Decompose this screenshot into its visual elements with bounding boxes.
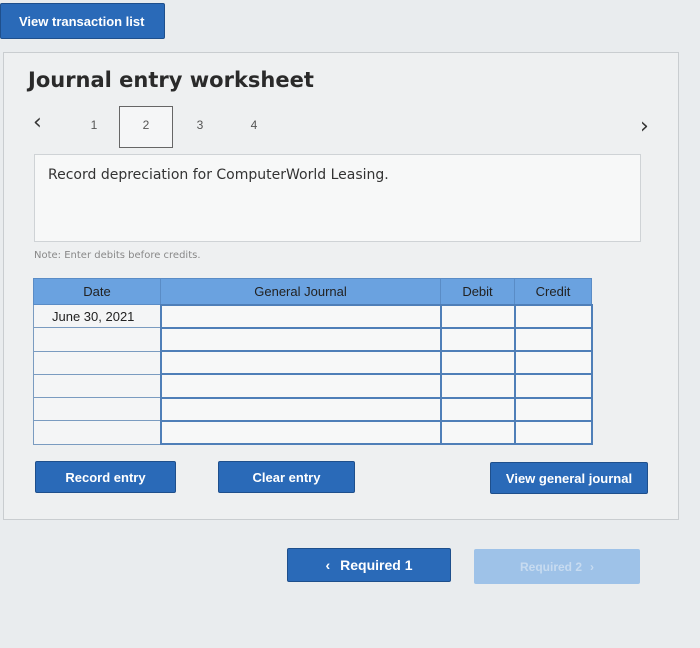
date-header: Date xyxy=(33,278,161,305)
worksheet-title: Journal entry worksheet xyxy=(28,68,314,92)
date-cell xyxy=(33,396,161,422)
debit-input[interactable] xyxy=(439,349,516,376)
record-entry-button[interactable]: Record entry xyxy=(35,461,176,493)
table-row xyxy=(33,349,593,376)
date-cell xyxy=(33,327,161,352)
account-input[interactable] xyxy=(159,419,442,446)
debit-input[interactable] xyxy=(439,326,516,353)
credit-input[interactable] xyxy=(513,373,593,399)
chevron-left-icon[interactable]: ‹ xyxy=(33,110,42,135)
date-cell xyxy=(33,350,161,375)
table-row: June 30, 2021 xyxy=(33,303,593,329)
date-cell xyxy=(33,420,161,445)
account-input[interactable] xyxy=(159,326,442,353)
credit-input[interactable] xyxy=(513,303,593,329)
note-text: Note: Enter debits before credits. xyxy=(34,250,201,261)
step-1[interactable]: 1 xyxy=(84,118,104,132)
step-3[interactable]: 3 xyxy=(190,118,210,132)
chevron-left-icon: ‹ xyxy=(325,557,331,573)
chevron-right-icon[interactable]: › xyxy=(640,114,649,139)
date-cell: June 30, 2021 xyxy=(33,303,161,329)
date-cell xyxy=(33,373,161,399)
account-input[interactable] xyxy=(159,373,442,399)
step-4[interactable]: 4 xyxy=(244,118,264,132)
debit-header: Debit xyxy=(440,278,515,305)
clear-entry-button[interactable]: Clear entry xyxy=(218,461,355,493)
step-2[interactable]: 2 xyxy=(136,118,156,132)
account-input[interactable] xyxy=(159,303,442,329)
instruction-text: Record depreciation for ComputerWorld Le… xyxy=(48,167,389,183)
required-1-button[interactable]: ‹ Required 1 xyxy=(287,548,451,582)
required-2-label: Required 2 xyxy=(519,559,582,574)
general-journal-header: General Journal xyxy=(160,278,441,305)
required-2-button: Required 2 › xyxy=(474,549,640,584)
instruction-box: Record depreciation for ComputerWorld Le… xyxy=(34,154,641,242)
credit-input[interactable] xyxy=(513,349,593,376)
table-row xyxy=(33,419,593,446)
table-row xyxy=(33,396,593,422)
view-general-journal-button[interactable]: View general journal xyxy=(490,462,648,494)
chevron-right-icon: › xyxy=(590,559,594,574)
debit-input[interactable] xyxy=(439,303,516,329)
table-row xyxy=(33,326,593,353)
debit-input[interactable] xyxy=(439,419,516,446)
credit-input[interactable] xyxy=(513,396,593,422)
credit-input[interactable] xyxy=(513,419,593,446)
debit-input[interactable] xyxy=(439,396,516,422)
view-transaction-list-button[interactable]: View transaction list xyxy=(0,3,165,39)
journal-entry-table: Date General Journal Debit Credit June 3… xyxy=(33,278,593,446)
credit-input[interactable] xyxy=(513,326,593,353)
account-input[interactable] xyxy=(159,396,442,422)
account-input[interactable] xyxy=(159,349,442,376)
debit-input[interactable] xyxy=(439,373,516,399)
required-1-label: Required 1 xyxy=(340,557,413,573)
table-row xyxy=(33,373,593,399)
credit-header: Credit xyxy=(514,278,592,305)
